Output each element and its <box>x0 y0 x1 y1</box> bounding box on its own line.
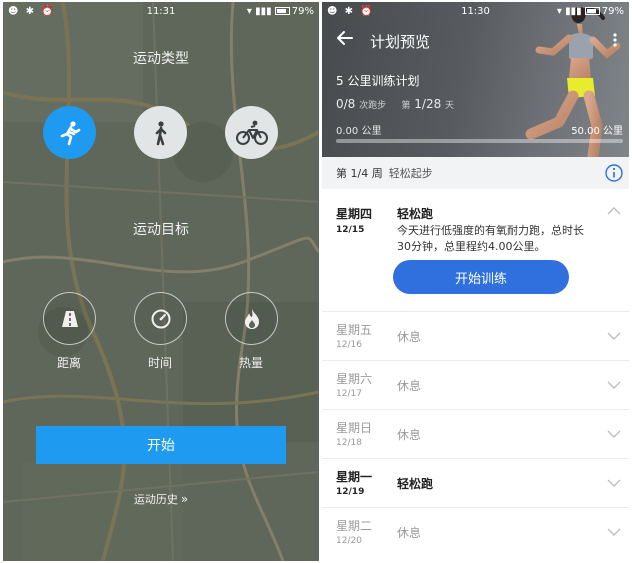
day-name: 星期二 <box>336 519 373 533</box>
sport-type-walk-button[interactable] <box>134 106 187 159</box>
goal-distance-label: 距离 <box>56 356 81 370</box>
runner-icon <box>60 120 80 145</box>
day-unit: 天 <box>445 101 455 111</box>
road-icon <box>61 310 78 327</box>
start-training-button[interactable]: 开始训练 <box>393 260 569 294</box>
chevron-down-icon[interactable] <box>607 479 621 487</box>
sport-type-title: 运动类型 <box>133 51 189 67</box>
wifi-icon: ▾ <box>556 6 562 17</box>
day-activity: 轻松跑 <box>397 207 434 221</box>
week-label: 第 1/4 周 <box>336 167 383 180</box>
day-activity: 休息 <box>397 330 422 344</box>
day-name: 星期一 <box>336 470 373 484</box>
plan-stats: 0/8 次跑步 第 1/28 天 <box>336 97 454 111</box>
info-icon[interactable] <box>605 164 623 182</box>
runs-value: 0/8 <box>336 97 356 111</box>
goal-time-label: 时间 <box>147 356 172 370</box>
day-description: 今天进行低强度的有氧耐力跑，总时长30分钟，总里程约4.00公里。 <box>397 224 584 253</box>
day-row-tue[interactable]: 星期二 12/20 休息 <box>322 508 629 557</box>
distance-end: 50.00 公里 <box>571 126 623 137</box>
goal-title: 运动目标 <box>133 222 189 238</box>
cyclist-icon <box>235 120 268 145</box>
week-theme: 轻松起步 <box>388 167 433 180</box>
signal-icon: ▮▮▮ <box>565 6 582 17</box>
sport-type-bike-button[interactable] <box>225 106 278 159</box>
plan-name: 5 公里训练计划 <box>336 74 420 88</box>
day-date: 12/16 <box>336 340 362 350</box>
plan-preview-screen: ☻ ✱ ⏰ 11:30 ▾ ▮▮▮ 79% 计划预览 5 公里训练计划 0/8 … <box>322 2 629 561</box>
battery-level: 79% <box>601 6 624 17</box>
walker-icon <box>155 120 166 145</box>
battery-icon <box>584 7 600 15</box>
distance-progress-bar <box>336 139 623 143</box>
runs-unit: 次跑步 <box>359 101 387 111</box>
day-date: 12/15 <box>336 225 365 235</box>
status-right: ▾ ▮▮▮ 79% <box>247 6 314 17</box>
day-name: 星期五 <box>336 323 373 337</box>
day-prefix: 第 <box>401 101 411 111</box>
more-vert-icon[interactable] <box>613 33 617 47</box>
page-title: 计划预览 <box>370 33 431 51</box>
day-date: 12/18 <box>336 438 362 448</box>
history-link[interactable]: 运动历史» <box>3 491 319 507</box>
day-activity: 休息 <box>397 428 422 442</box>
map-overlay <box>3 2 319 561</box>
chevron-down-icon[interactable] <box>607 332 621 340</box>
day-row-mon[interactable]: 星期一 12/19 轻松跑 <box>322 459 629 508</box>
day-activity: 休息 <box>397 379 422 393</box>
chevron-down-icon[interactable] <box>607 528 621 536</box>
double-chevron-right-icon: » <box>180 492 189 506</box>
day-activity: 轻松跑 <box>397 477 434 491</box>
day-row-sun[interactable]: 星期日 12/18 休息 <box>322 410 629 459</box>
day-date: 12/17 <box>336 389 362 399</box>
start-button[interactable]: 开始 <box>36 426 286 464</box>
goal-calorie-button[interactable] <box>225 292 278 345</box>
day-value: 1/28 <box>414 97 442 111</box>
chevron-down-icon[interactable] <box>607 430 621 438</box>
battery-level: 79% <box>291 6 314 17</box>
flame-icon <box>244 308 259 329</box>
sport-type-run-button[interactable] <box>43 106 96 159</box>
stopwatch-icon <box>151 309 170 328</box>
distance-start: 0.00 公里 <box>336 126 382 137</box>
status-right: ▾ ▮▮▮ 79% <box>557 6 624 17</box>
chevron-up-icon[interactable] <box>607 207 621 215</box>
day-date: 12/19 <box>336 487 365 497</box>
status-bar: ☻ ✱ ⏰ 11:31 ▾ ▮▮▮ 79% <box>3 2 319 22</box>
goal-distance-button[interactable] <box>43 292 96 345</box>
history-label: 运动历史 <box>133 493 178 506</box>
day-row-sat[interactable]: 星期六 12/17 休息 <box>322 361 629 410</box>
day-activity: 休息 <box>397 526 422 540</box>
day-name: 星期日 <box>336 421 373 435</box>
status-bar: ☻ ✱ ⏰ 11:30 ▾ ▮▮▮ 79% <box>322 2 629 22</box>
signal-icon: ▮▮▮ <box>255 6 272 17</box>
battery-icon <box>274 7 290 15</box>
day-name: 星期四 <box>336 207 373 221</box>
day-date: 12/20 <box>336 536 362 546</box>
week-header: 第 1/4 周 轻松起步 <box>322 157 629 189</box>
sport-start-screen: ☻ ✱ ⏰ 11:31 ▾ ▮▮▮ 79% 运动类型 运动目标 距离 时间 热量… <box>3 2 319 561</box>
wifi-icon: ▾ <box>246 6 252 17</box>
goal-calorie-label: 热量 <box>238 356 263 370</box>
plan-header: ☻ ✱ ⏰ 11:30 ▾ ▮▮▮ 79% 计划预览 5 公里训练计划 0/8 … <box>322 2 629 157</box>
chevron-down-icon[interactable] <box>607 381 621 389</box>
back-arrow-icon[interactable] <box>336 29 354 47</box>
day-row-fri[interactable]: 星期五 12/16 休息 <box>322 312 629 361</box>
day-name: 星期六 <box>336 372 373 386</box>
goal-time-button[interactable] <box>134 292 187 345</box>
